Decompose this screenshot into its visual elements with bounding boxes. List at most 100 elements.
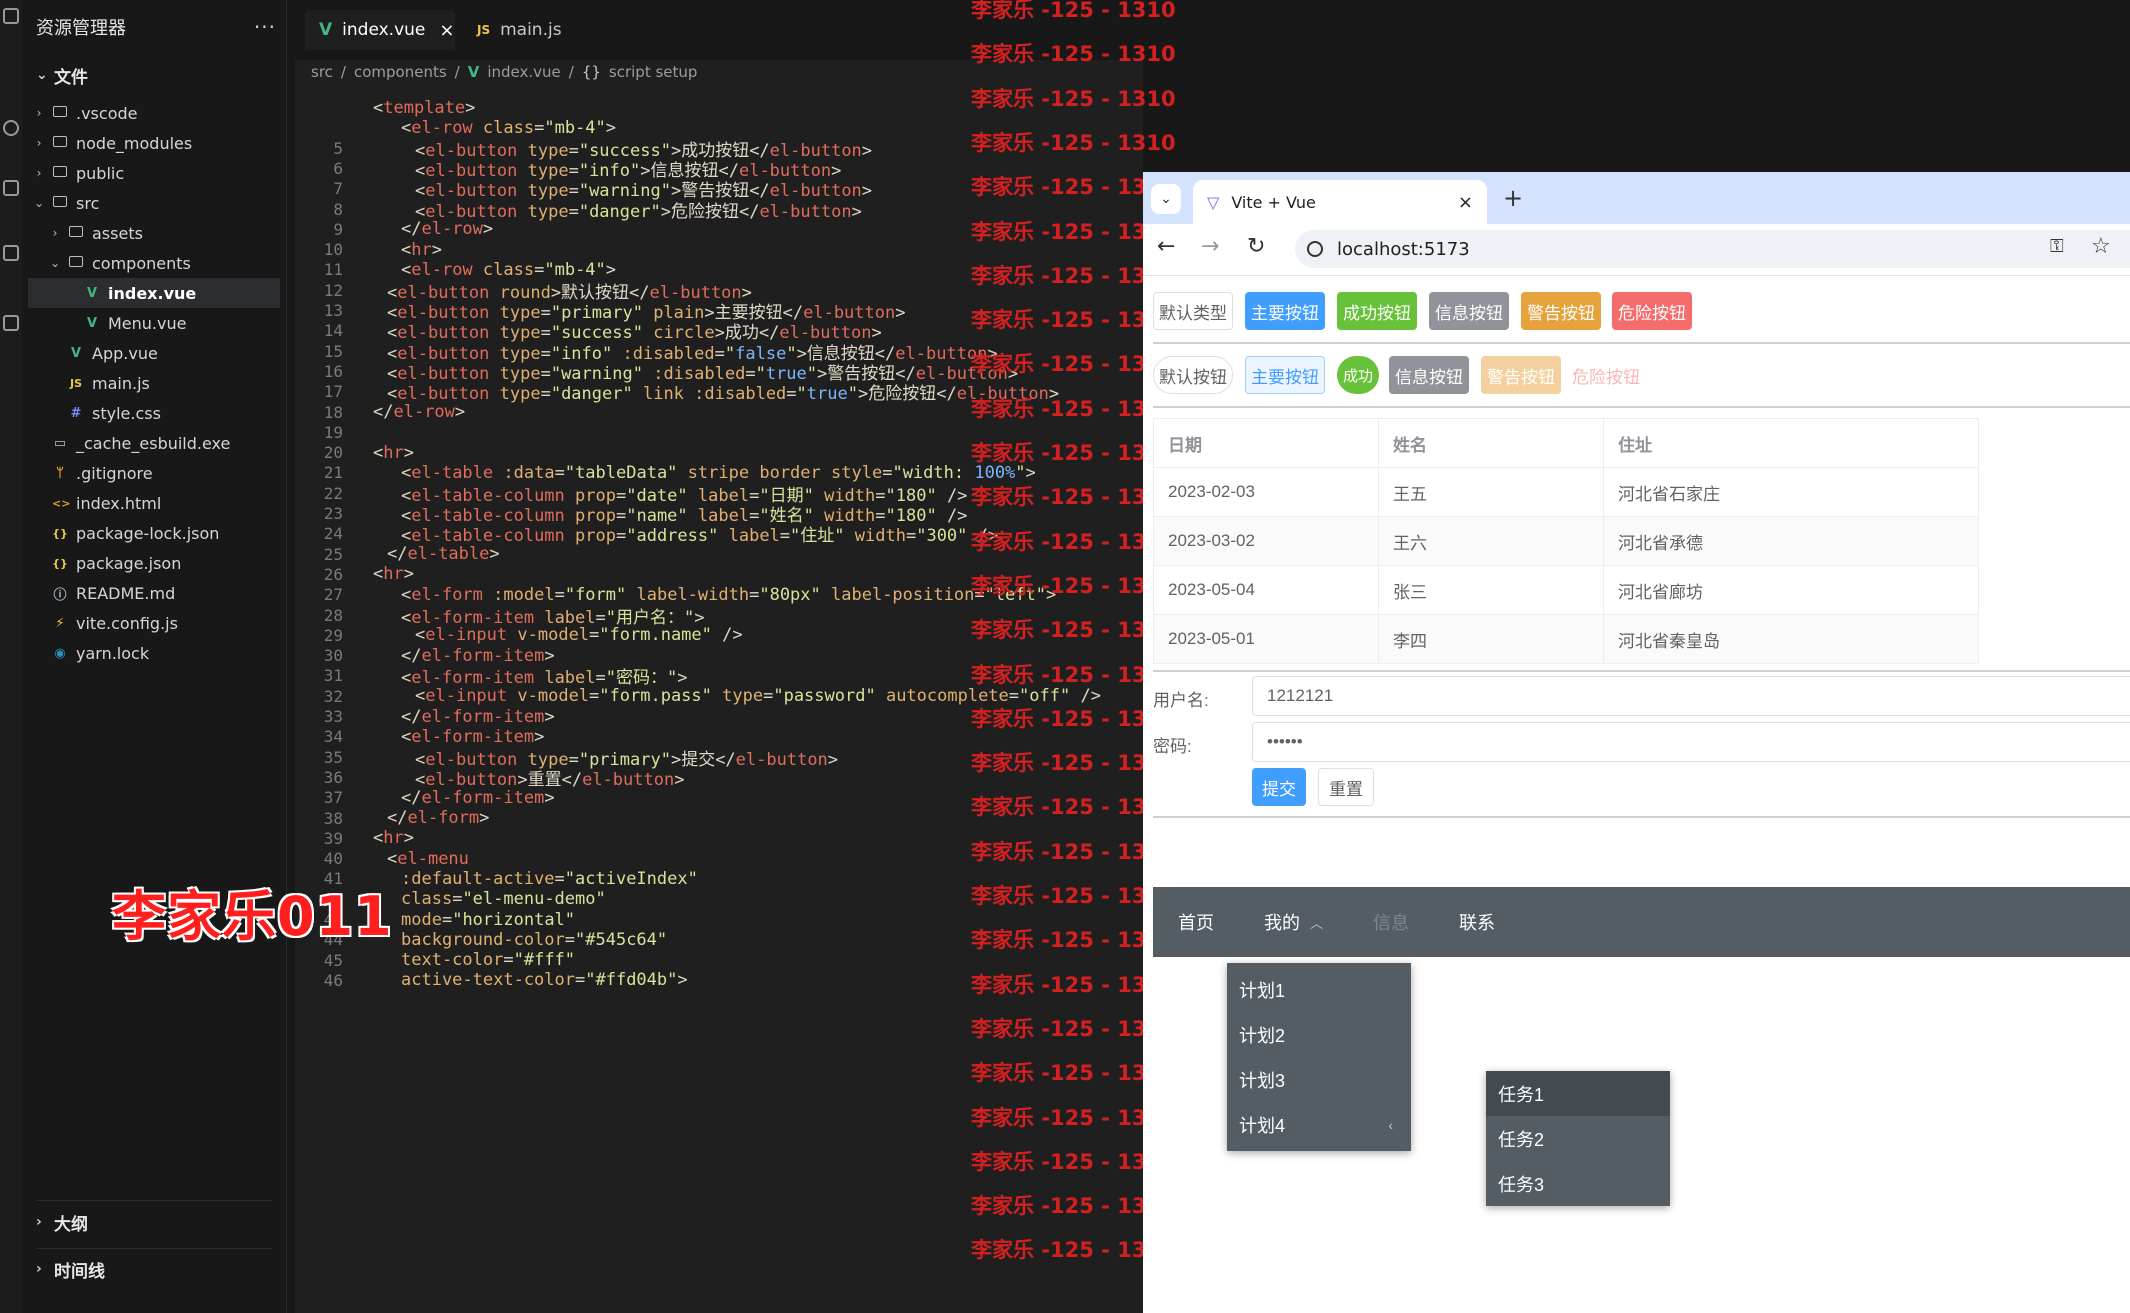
submit-button[interactable]: 提交 xyxy=(1252,768,1306,806)
breadcrumb-item[interactable]: src xyxy=(311,63,333,81)
file-tree-item[interactable]: {} package-lock.json xyxy=(28,518,280,548)
file-tree-item[interactable]: V Menu.vue xyxy=(28,308,280,338)
outline-section-header[interactable]: › 大纲 xyxy=(36,1207,88,1237)
search-icon[interactable] xyxy=(3,120,19,136)
submenu-item[interactable]: 计划1 xyxy=(1227,967,1411,1012)
file-tree-item[interactable]: {} package.json xyxy=(28,548,280,578)
file-tree-item[interactable]: ⚡ vite.config.js xyxy=(28,608,280,638)
success-button[interactable]: 成功按钮 xyxy=(1337,292,1417,330)
table-row[interactable]: 2023-02-03 王五 河北省石家庄 xyxy=(1153,467,1979,517)
css-icon: # xyxy=(70,405,82,421)
submenu-item[interactable]: 计划2 xyxy=(1227,1012,1411,1057)
menu-item-home[interactable]: 首页 xyxy=(1153,887,1239,957)
close-icon[interactable]: × xyxy=(439,20,454,41)
success-circle-button[interactable]: 成功 xyxy=(1337,356,1379,394)
column-header-address[interactable]: 住址 xyxy=(1603,418,1979,468)
bookmark-star-icon[interactable]: ☆ xyxy=(2091,234,2111,259)
files-section-header[interactable]: ⌄ 文件 xyxy=(36,60,88,90)
breadcrumb-separator: / xyxy=(454,63,460,81)
table-cell: 河北省秦皇岛 xyxy=(1603,614,1979,664)
nested-submenu-item[interactable]: 任务3 xyxy=(1486,1161,1670,1206)
menu-item-mine[interactable]: 我的 ︿ xyxy=(1239,887,1348,957)
explorer-header: 资源管理器 ··· xyxy=(36,14,276,40)
divider xyxy=(36,1200,272,1201)
nested-submenu-item[interactable]: 任务1 xyxy=(1486,1071,1670,1116)
default-type-button[interactable]: 默认类型 xyxy=(1153,292,1233,330)
warning-button[interactable]: 警告按钮 xyxy=(1521,292,1601,330)
chevron-right-icon: › xyxy=(36,166,42,180)
file-tree-item[interactable]: JS main.js xyxy=(28,368,280,398)
site-info-icon[interactable] xyxy=(1307,241,1323,257)
danger-link-disabled-button: 危险按钮 xyxy=(1572,367,1640,387)
file-name: node_modules xyxy=(76,133,193,153)
watermark-text: 李家乐 -125 - 1310 xyxy=(971,0,1176,22)
file-tree-item[interactable]: Vindex.vue xyxy=(28,278,280,308)
primary-plain-button[interactable]: 主要按钮 xyxy=(1245,356,1325,394)
reload-icon[interactable]: ↻ xyxy=(1247,234,1265,259)
password-input[interactable]: •••••• xyxy=(1252,722,2130,762)
breadcrumb-item[interactable]: script setup xyxy=(609,63,698,81)
nested-submenu-item[interactable]: 任务2 xyxy=(1486,1116,1670,1161)
column-header-date[interactable]: 日期 xyxy=(1153,418,1379,468)
round-default-button[interactable]: 默认按钮 xyxy=(1153,356,1233,394)
code-token: = xyxy=(575,970,586,991)
file-tree: › .vscode › node_modules › public ⌄ src › assets ⌄… xyxy=(28,98,280,668)
file-tree-item[interactable]: › .vscode xyxy=(28,98,280,128)
tab-index-vue[interactable]: V index.vue × xyxy=(305,10,455,50)
chevron-down-icon: ⌄ xyxy=(33,196,45,210)
file-tree-item[interactable]: ⌄ components xyxy=(28,248,280,278)
explorer-icon[interactable] xyxy=(3,8,19,24)
run-debug-icon[interactable] xyxy=(3,245,19,261)
warning-disabled-button: 警告按钮 xyxy=(1481,356,1561,394)
folder-open-icon xyxy=(52,195,68,211)
file-tree-item[interactable]: ▭ _cache_esbuild.exe xyxy=(28,428,280,458)
timeline-section-header[interactable]: › 时间线 xyxy=(36,1254,105,1284)
menu-item-contact[interactable]: 联系 xyxy=(1434,887,1520,957)
username-input[interactable]: 1212121 xyxy=(1252,676,2130,716)
chevron-left-icon: ‹ xyxy=(1388,1116,1393,1133)
extensions-icon[interactable] xyxy=(3,315,19,331)
url-text[interactable]: localhost:5173 xyxy=(1337,239,1470,260)
file-tree-item[interactable]: ⓘ README.md xyxy=(28,578,280,608)
file-tree-item[interactable]: # style.css xyxy=(28,398,280,428)
forward-icon[interactable]: → xyxy=(1201,234,1219,259)
line-number: 46 xyxy=(323,970,343,990)
file-tree-item[interactable]: › public xyxy=(28,158,280,188)
nested-submenu-dropdown: 任务1 任务2 任务3 xyxy=(1486,1071,1670,1206)
file-tree-item[interactable]: › node_modules xyxy=(28,128,280,158)
file-tree-item[interactable]: V App.vue xyxy=(28,338,280,368)
password-key-icon[interactable]: ⚿ xyxy=(2050,236,2064,257)
file-tree-item[interactable]: ◉ yarn.lock xyxy=(28,638,280,668)
browser-toolbar: ← → ↻ localhost:5173 ⚿ ☆ xyxy=(1143,224,2130,274)
source-control-icon[interactable] xyxy=(3,180,19,196)
file-tree-item[interactable]: ⌄ src xyxy=(28,188,280,218)
submenu-item[interactable]: 计划3 xyxy=(1227,1057,1411,1102)
primary-button[interactable]: 主要按钮 xyxy=(1245,292,1325,330)
tab-search-icon[interactable]: ⌄ xyxy=(1151,184,1181,214)
table-row[interactable]: 2023-05-01 李四 河北省秦皇岛 xyxy=(1153,614,1979,664)
file-tree-item[interactable]: <> index.html xyxy=(28,488,280,518)
menu-item-label: 我的 xyxy=(1264,913,1300,933)
file-tree-item[interactable]: ᛘ .gitignore xyxy=(28,458,280,488)
table-row[interactable]: 2023-05-04 张三 河北省廊坊 xyxy=(1153,565,1979,615)
back-icon[interactable]: ← xyxy=(1157,234,1175,259)
code-token: active-text-color xyxy=(401,970,575,991)
table-row[interactable]: 2023-03-02 王六 河北省承德 xyxy=(1153,516,1979,566)
new-tab-icon[interactable]: + xyxy=(1503,184,1523,212)
address-bar[interactable]: localhost:5173 xyxy=(1295,230,2130,268)
submenu-item-nested[interactable]: 计划4 ‹ xyxy=(1227,1102,1411,1147)
close-icon[interactable]: × xyxy=(1458,192,1473,213)
browser-tab[interactable]: ▽ Vite + Vue × xyxy=(1193,180,1487,224)
file-tree-item[interactable]: › assets xyxy=(28,218,280,248)
tab-main-js[interactable]: JS main.js xyxy=(463,10,593,50)
danger-button[interactable]: 危险按钮 xyxy=(1612,292,1692,330)
info-button[interactable]: 信息按钮 xyxy=(1389,356,1469,394)
reset-button[interactable]: 重置 xyxy=(1318,768,1374,806)
submenu-item-label: 计划4 xyxy=(1239,1115,1286,1136)
more-actions-icon[interactable]: ··· xyxy=(254,15,276,39)
breadcrumb-item[interactable]: index.vue xyxy=(487,63,560,81)
info-button[interactable]: 信息按钮 xyxy=(1429,292,1509,330)
file-name: style.css xyxy=(92,403,161,423)
breadcrumb-item[interactable]: components xyxy=(354,63,447,81)
column-header-name[interactable]: 姓名 xyxy=(1378,418,1604,468)
